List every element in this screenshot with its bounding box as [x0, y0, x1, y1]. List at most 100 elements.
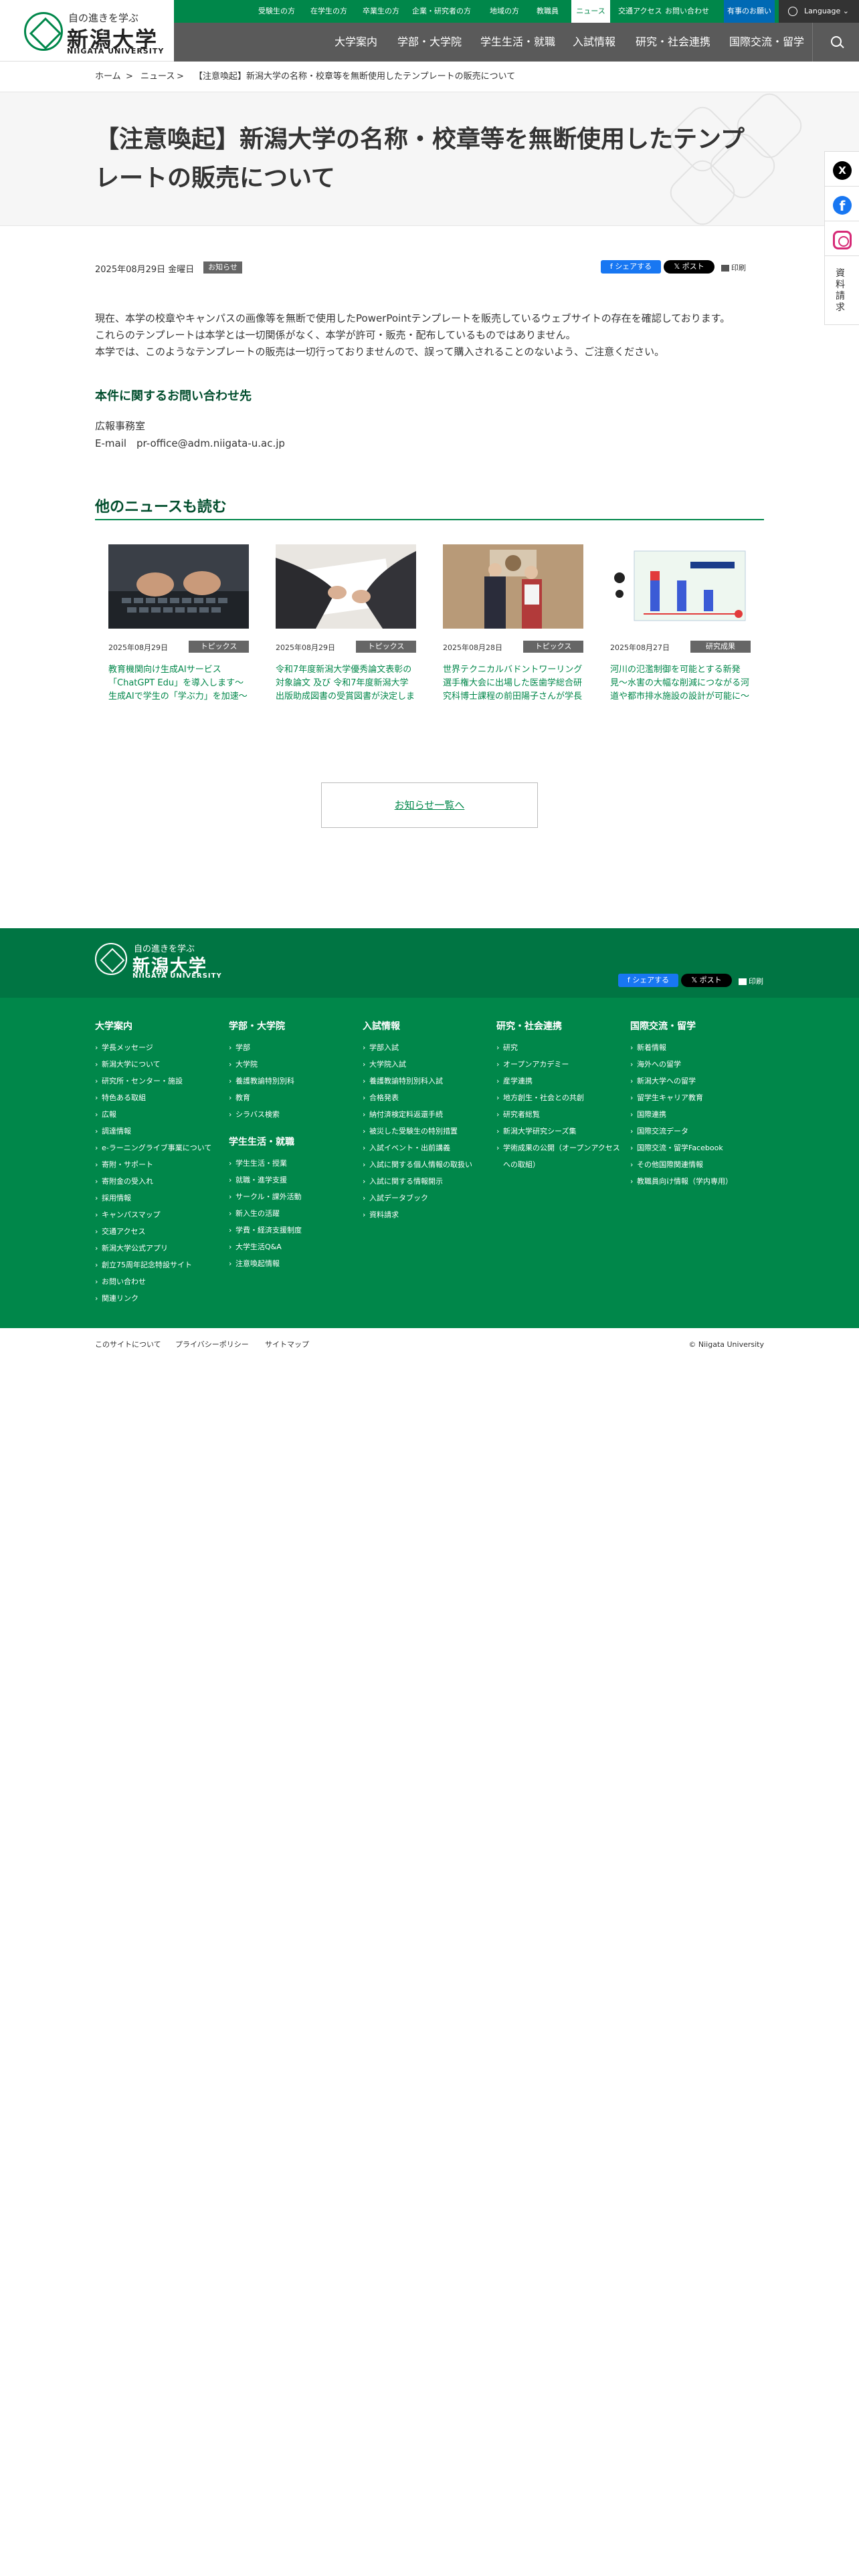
footer-link[interactable]: 納付済検定料返還手続: [363, 1106, 490, 1123]
footer-link[interactable]: 研究者総覧: [496, 1106, 624, 1123]
inquiry-email[interactable]: E-mail pr-office@adm.niigata-u.ac.jp: [95, 435, 285, 452]
nav-faculties[interactable]: 学部・大学院: [397, 23, 462, 62]
footer-x-post-button[interactable]: 𝕏 ポスト: [681, 974, 732, 987]
topbar-link-emergency[interactable]: 有事のお願い: [724, 0, 775, 23]
footer-link[interactable]: 資料請求: [363, 1206, 490, 1223]
footer-link[interactable]: 新潟大学への留学: [630, 1073, 757, 1089]
footer-col-heading[interactable]: 学生生活・就職: [229, 1135, 356, 1148]
footer-link[interactable]: 新入生の活躍: [229, 1205, 356, 1222]
footer-col-heading[interactable]: 学部・大学院: [229, 1019, 356, 1033]
news-title[interactable]: 教育機関向け生成AIサービス「ChatGPT Edu」を導入します〜生成AIで学…: [108, 663, 249, 704]
news-title[interactable]: 河川の氾濫制御を可能とする新発見〜水害の大幅な削減につながる河道や都市排水施設の…: [610, 663, 751, 704]
footer-link[interactable]: 研究所・センター・施設: [95, 1073, 222, 1089]
footer-col-heading[interactable]: 入試情報: [363, 1019, 490, 1033]
footer-link[interactable]: シラバス検索: [229, 1106, 356, 1123]
footer-link[interactable]: 大学院: [229, 1056, 356, 1073]
footer-link[interactable]: 注意喚起情報: [229, 1255, 356, 1272]
footer-link[interactable]: 新潟大学公式アプリ: [95, 1240, 222, 1257]
footer-link-sitemap[interactable]: サイトマップ: [265, 1328, 309, 1362]
footer-link[interactable]: 海外への留学: [630, 1056, 757, 1073]
site-logo[interactable]: 自の進きを学ぶ 新潟大学 NIIGATA UNIVERSITY: [0, 0, 174, 62]
footer-link[interactable]: 交通アクセス: [95, 1223, 222, 1240]
footer-link[interactable]: 教育: [229, 1089, 356, 1106]
footer-link[interactable]: 入試イベント・出前講義: [363, 1140, 490, 1156]
topbar-link-alumni[interactable]: 卒業生の方: [363, 0, 399, 23]
topbar-link-applicants[interactable]: 受験生の方: [258, 0, 295, 23]
footer-link[interactable]: 教職員向け情報（学内専用）: [630, 1173, 757, 1190]
footer-link[interactable]: 産学連携: [496, 1073, 624, 1089]
side-x-button[interactable]: X: [824, 151, 859, 189]
footer-link[interactable]: 国際連携: [630, 1106, 757, 1123]
footer-link[interactable]: その他国際関連情報: [630, 1156, 757, 1173]
footer-print-button[interactable]: 印刷: [739, 976, 763, 986]
footer-link[interactable]: 被災した受験生の特別措置: [363, 1123, 490, 1140]
footer-link[interactable]: 入試データブック: [363, 1190, 490, 1206]
footer-link[interactable]: 新潟大学研究シーズ集: [496, 1123, 624, 1140]
footer-link[interactable]: 新着情報: [630, 1039, 757, 1056]
footer-link[interactable]: 寄附金の受入れ: [95, 1173, 222, 1190]
topbar-link-contact[interactable]: お問い合わせ: [665, 0, 709, 23]
footer-link[interactable]: 調達情報: [95, 1123, 222, 1140]
footer-link[interactable]: 地方創生・社会との共創: [496, 1089, 624, 1106]
news-list-button[interactable]: お知らせ一覧へ: [321, 782, 538, 828]
footer-link[interactable]: 関連リンク: [95, 1290, 222, 1307]
nav-admissions[interactable]: 入試情報: [573, 23, 615, 62]
news-title[interactable]: 世界テクニカルバドントワーリング選手権大会に出場した医歯学総合研究科博士課程の前…: [443, 663, 583, 704]
footer-col-heading[interactable]: 国際交流・留学: [630, 1019, 757, 1033]
topbar-link-news[interactable]: ニュース: [571, 0, 610, 23]
breadcrumb-news[interactable]: ニュース: [140, 62, 175, 92]
footer-link[interactable]: 学術成果の公開（オープンアクセスへの取組）: [496, 1140, 624, 1173]
topbar-link-staff[interactable]: 教職員: [537, 0, 559, 23]
language-selector[interactable]: Language ⌄: [779, 0, 859, 23]
footer-facebook-share-button[interactable]: f シェアする: [618, 974, 678, 987]
footer-link[interactable]: 留学生キャリア教育: [630, 1089, 757, 1106]
footer-link[interactable]: 学長メッセージ: [95, 1039, 222, 1056]
topbar-link-community[interactable]: 地域の方: [490, 0, 519, 23]
search-icon[interactable]: [812, 23, 859, 62]
footer-link[interactable]: 創立75周年記念特設サイト: [95, 1257, 222, 1273]
facebook-share-button[interactable]: f シェアする: [601, 260, 661, 274]
footer-link[interactable]: 新潟大学について: [95, 1056, 222, 1073]
news-title[interactable]: 令和7年度新潟大学優秀論文表彰の対象論文 及び 令和7年度新潟大学出版助成図書の…: [276, 663, 416, 704]
nav-about[interactable]: 大学案内: [335, 23, 377, 62]
breadcrumb-home[interactable]: ホーム: [95, 62, 121, 92]
footer-link[interactable]: 国際交流データ: [630, 1123, 757, 1140]
footer-link-privacy[interactable]: プライバシーポリシー: [175, 1328, 249, 1362]
footer-link[interactable]: 国際交流・留学Facebook: [630, 1140, 757, 1156]
footer-link[interactable]: 広報: [95, 1106, 222, 1123]
footer-link[interactable]: 合格発表: [363, 1089, 490, 1106]
topbar-link-students[interactable]: 在学生の方: [310, 0, 347, 23]
nav-student-life[interactable]: 学生生活・就職: [480, 23, 555, 62]
side-instagram-button[interactable]: [824, 221, 859, 258]
side-facebook-button[interactable]: f: [824, 186, 859, 223]
nav-research[interactable]: 研究・社会連携: [636, 23, 710, 62]
footer-link[interactable]: お問い合わせ: [95, 1273, 222, 1290]
footer-col-heading[interactable]: 大学案内: [95, 1019, 222, 1033]
footer-link[interactable]: 養護教諭特別別科: [229, 1073, 356, 1089]
footer-link[interactable]: 寄附・サポート: [95, 1156, 222, 1173]
print-button[interactable]: 印刷: [721, 262, 746, 273]
footer-link[interactable]: 養護教諭特別別科入試: [363, 1073, 490, 1089]
topbar-link-access[interactable]: 交通アクセス: [618, 0, 662, 23]
footer-link[interactable]: 学生生活・授業: [229, 1155, 356, 1172]
footer-col-heading[interactable]: 研究・社会連携: [496, 1019, 624, 1033]
footer-link[interactable]: オープンアカデミー: [496, 1056, 624, 1073]
footer-link[interactable]: 入試に関する情報開示: [363, 1173, 490, 1190]
footer-link[interactable]: 学部入試: [363, 1039, 490, 1056]
footer-link[interactable]: 学費・経済支援制度: [229, 1222, 356, 1239]
topbar-link-companies[interactable]: 企業・研究者の方: [412, 0, 471, 23]
footer-link[interactable]: 入試に関する個人情報の取扱い: [363, 1156, 490, 1173]
footer-link[interactable]: サークル・課外活動: [229, 1188, 356, 1205]
footer-link[interactable]: 就職・進学支援: [229, 1172, 356, 1188]
footer-link[interactable]: 特色ある取組: [95, 1089, 222, 1106]
footer-link[interactable]: 学部: [229, 1039, 356, 1056]
footer-link[interactable]: 採用情報: [95, 1190, 222, 1206]
nav-international[interactable]: 国際交流・留学: [729, 23, 804, 62]
footer-link[interactable]: キャンパスマップ: [95, 1206, 222, 1223]
footer-link[interactable]: 研究: [496, 1039, 624, 1056]
x-post-button[interactable]: 𝕏 ポスト: [664, 260, 714, 274]
footer-link[interactable]: 大学生活Q&A: [229, 1239, 356, 1255]
footer-link[interactable]: e-ラーニングライブ事業について: [95, 1140, 222, 1156]
footer-link[interactable]: 大学院入試: [363, 1056, 490, 1073]
side-doc-request-button[interactable]: 資料請求: [824, 255, 859, 325]
